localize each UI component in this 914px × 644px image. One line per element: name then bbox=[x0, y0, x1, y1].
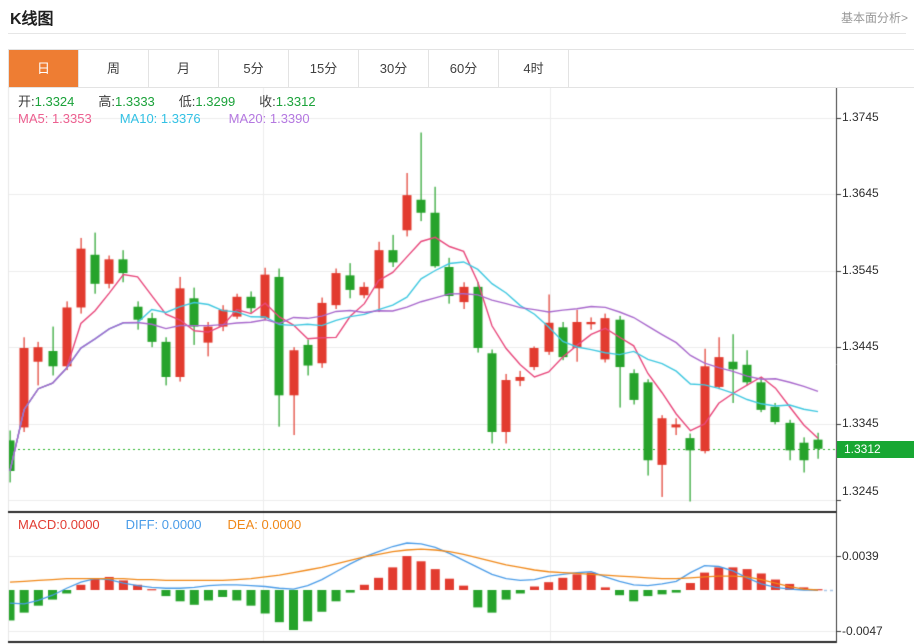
price-axis-label-5: 1.3345 bbox=[842, 416, 879, 430]
macd-legend: MACD:0.0000 DIFF: 0.0000 DEA: 0.0000 bbox=[18, 517, 301, 532]
tab-day[interactable]: 日 bbox=[9, 50, 79, 87]
close-label: 收: bbox=[259, 94, 276, 109]
ohlc-open: 开:1.3324 bbox=[18, 91, 74, 110]
open-value: 1.3324 bbox=[35, 94, 75, 109]
ma20-legend: MA20: 1.3390 bbox=[229, 111, 310, 126]
open-label: 开: bbox=[18, 94, 35, 109]
kline-panel: { "header": { "title": "K线图", "link": "基… bbox=[0, 0, 914, 644]
high-value: 1.3333 bbox=[115, 94, 155, 109]
tab-4hour[interactable]: 4时 bbox=[499, 50, 569, 87]
title-divider bbox=[8, 33, 906, 34]
ma-legend: MA5: 1.3353 MA10: 1.3376 MA20: 1.3390 bbox=[18, 111, 310, 126]
price-axis-label-1: 1.3745 bbox=[842, 110, 879, 124]
tab-month[interactable]: 月 bbox=[149, 50, 219, 87]
page-title: K线图 bbox=[10, 5, 54, 29]
tab-30min[interactable]: 30分 bbox=[359, 50, 429, 87]
ohlc-close: 收:1.3312 bbox=[259, 91, 315, 110]
tab-15min[interactable]: 15分 bbox=[289, 50, 359, 87]
price-axis-label-3: 1.3545 bbox=[842, 263, 879, 277]
ma5-legend: MA5: 1.3353 bbox=[18, 111, 92, 126]
current-price-badge: 1.3312 bbox=[837, 441, 914, 458]
tab-60min[interactable]: 60分 bbox=[429, 50, 499, 87]
price-axis-label-6: 1.3245 bbox=[842, 484, 879, 498]
ohlc-high: 高:1.3333 bbox=[98, 91, 154, 110]
tab-5min[interactable]: 5分 bbox=[219, 50, 289, 87]
high-label: 高: bbox=[98, 94, 115, 109]
macd-axis-label-upper: 0.0039 bbox=[842, 549, 879, 563]
fundamental-analysis-link[interactable]: 基本面分析> bbox=[841, 9, 908, 26]
ma10-legend: MA10: 1.3376 bbox=[120, 111, 201, 126]
ohlc-legend: 开:1.3324 高:1.3333 低:1.3299 收:1.3312 bbox=[18, 91, 316, 110]
low-label: 低: bbox=[179, 94, 196, 109]
price-axis-label-2: 1.3645 bbox=[842, 186, 879, 200]
tab-week[interactable]: 周 bbox=[79, 50, 149, 87]
macd-value-legend: MACD:0.0000 bbox=[18, 517, 100, 532]
close-value: 1.3312 bbox=[276, 94, 316, 109]
timeframe-tab-bar: 日 周 月 5分 15分 30分 60分 4时 bbox=[8, 49, 914, 88]
low-value: 1.3299 bbox=[195, 94, 235, 109]
ohlc-low: 低:1.3299 bbox=[179, 91, 235, 110]
dea-value-legend: DEA: 0.0000 bbox=[228, 517, 302, 532]
diff-value-legend: DIFF: 0.0000 bbox=[126, 517, 202, 532]
price-axis-label-4: 1.3445 bbox=[842, 339, 879, 353]
macd-axis-label-lower: -0.0047 bbox=[842, 624, 883, 638]
